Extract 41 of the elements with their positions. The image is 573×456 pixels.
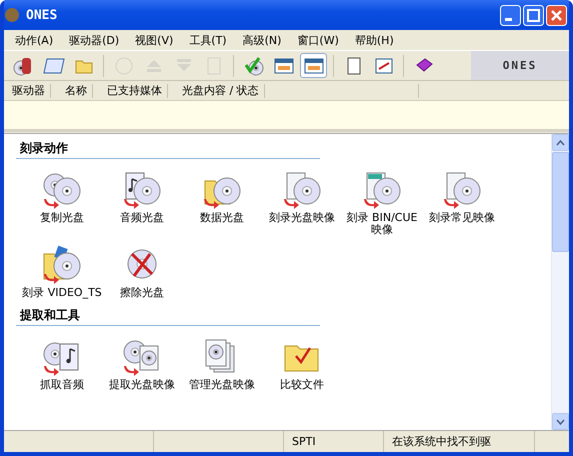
menu-item[interactable]: 驱动器(D) (68, 32, 120, 48)
action-label[interactable]: 数据光盘 (200, 212, 244, 224)
action-label[interactable]: 提取光盘映像 (109, 379, 175, 391)
section-title: 提取和工具 (16, 305, 320, 326)
action-label[interactable]: 擦除光盘 (120, 287, 164, 299)
action-label[interactable]: 比较文件 (280, 379, 324, 391)
status-interface: SPTI (284, 431, 384, 452)
disc-icon (112, 54, 134, 76)
check-icon (242, 54, 264, 76)
menu-item[interactable]: 工具(T) (188, 32, 228, 48)
action-label[interactable]: 音频光盘 (120, 212, 164, 224)
menu-item[interactable]: 帮助(H) (354, 32, 395, 48)
view-toolbar-button[interactable] (300, 53, 327, 78)
menu-item[interactable]: 视图(V) (134, 32, 174, 48)
maximize-button[interactable] (523, 4, 544, 26)
action-label[interactable]: 刻录光盘映像 (269, 212, 335, 224)
scroll-up-button[interactable] (552, 134, 569, 151)
close-button[interactable] (546, 4, 567, 26)
column-header[interactable]: 驱动器 (4, 84, 51, 98)
window-title: ONES (26, 8, 58, 22)
column-header[interactable]: 名称 (51, 84, 93, 98)
action-label[interactable]: 刻录常见映像 (429, 212, 495, 224)
column-header[interactable]: 已支持媒体 (93, 84, 168, 98)
menu-item[interactable]: 高级(N) (242, 32, 282, 48)
action-label[interactable]: 抓取音频 (40, 379, 84, 391)
minimize-button[interactable] (500, 4, 521, 26)
action-label[interactable]: 管理光盘映像 (189, 379, 255, 391)
column-header[interactable]: 光盘内容 / 状态 (168, 84, 265, 98)
app-logo-icon (4, 7, 20, 23)
scroll-down-button[interactable] (552, 413, 569, 430)
menu-item[interactable]: 动作(A) (14, 32, 54, 48)
chevron-down-icon (556, 418, 565, 424)
action-label[interactable]: 刻录 BIN/CUE 映像 (342, 212, 422, 236)
section-title: 刻录动作 (16, 138, 320, 159)
brand-logo: ONES (471, 51, 569, 80)
action-label[interactable]: 刻录 VIDEO_TS (22, 287, 102, 299)
status-message: 在该系统中找不到驱 (384, 431, 535, 452)
chevron-up-icon (556, 140, 565, 146)
scrollbar-track[interactable] (551, 134, 569, 430)
action-label[interactable]: 复制光盘 (40, 212, 84, 224)
menu-item[interactable]: 窗口(W) (296, 32, 340, 48)
